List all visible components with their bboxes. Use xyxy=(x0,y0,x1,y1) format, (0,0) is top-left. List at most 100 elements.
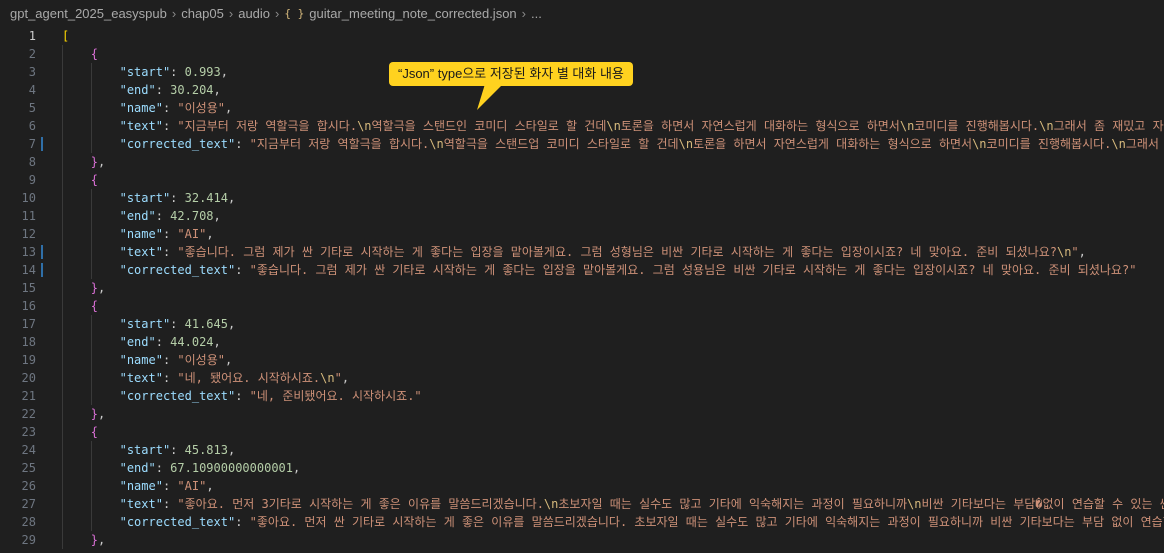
code-text: [ xyxy=(62,27,69,45)
line-number: 23 xyxy=(21,425,36,439)
indent-guide xyxy=(90,189,92,207)
chevron-right-icon: › xyxy=(521,6,527,21)
breadcrumb-folder-audio[interactable]: audio xyxy=(238,6,270,21)
modified-line-marker[interactable] xyxy=(41,137,43,151)
token-punc: , xyxy=(1078,245,1086,259)
indent-guide xyxy=(62,135,63,153)
code-line[interactable]: 29}, xyxy=(0,531,1164,549)
code-text: { xyxy=(91,297,98,315)
code-line[interactable]: 22}, xyxy=(0,405,1164,423)
token-esc: \n xyxy=(320,371,335,385)
code-line[interactable]: 5 "name": "이성용", xyxy=(0,99,1164,117)
token-key: "text" xyxy=(119,119,163,133)
code-text: "text": "지금부터 저랑 역할극을 합시다.\n역할극을 스탠드인 코미… xyxy=(120,117,1164,135)
code-line[interactable]: 15}, xyxy=(0,279,1164,297)
indent-guide xyxy=(90,207,92,225)
code-line[interactable]: 17 "start": 41.645, xyxy=(0,315,1164,333)
line-number: 5 xyxy=(28,101,36,115)
code-line[interactable]: 12 "name": "AI", xyxy=(0,225,1164,243)
modified-line-marker[interactable] xyxy=(41,263,43,277)
token-esc: \n xyxy=(429,137,444,151)
code-line[interactable]: 6 "text": "지금부터 저랑 역할극을 합시다.\n역할극을 스탠드인 코… xyxy=(0,117,1164,135)
token-esc: \n xyxy=(907,497,922,511)
indent-guide xyxy=(62,351,63,369)
code-line[interactable]: 25 "end": 67.10900000000001, xyxy=(0,459,1164,477)
code-line[interactable]: 7 "corrected_text": "지금부터 저랑 역할극을 합시다.\n역… xyxy=(0,135,1164,153)
code-text: }, xyxy=(91,279,105,297)
code-line[interactable]: 16 { xyxy=(0,297,1164,315)
token-punc: , xyxy=(227,191,236,205)
indent-guide xyxy=(62,333,63,351)
token-punc: , xyxy=(98,407,106,421)
line-number: 6 xyxy=(28,119,36,133)
token-key: "corrected_text" xyxy=(119,137,236,151)
token-punc: : xyxy=(162,227,178,241)
token-bracket2: { xyxy=(90,47,99,61)
token-punc: , xyxy=(220,65,228,79)
token-bracket1: [ xyxy=(62,29,70,43)
token-key: "name" xyxy=(119,353,163,367)
code-line[interactable]: 2{ xyxy=(0,45,1164,63)
line-number: 22 xyxy=(21,407,36,421)
code-line[interactable]: 26 "name": "AI", xyxy=(0,477,1164,495)
token-bracket2: } xyxy=(90,533,99,547)
code-line[interactable]: 21 "corrected_text": "네, 준비됐어요. 시작하시죠." xyxy=(0,387,1164,405)
code-text: "name": "이성용", xyxy=(120,351,233,369)
token-num: 41.645 xyxy=(184,317,228,331)
code-line[interactable]: 19 "name": "이성용", xyxy=(0,351,1164,369)
code-line[interactable]: 18 "end": 44.024, xyxy=(0,333,1164,351)
code-editor[interactable]: 1[2{3 "start": 0.993, 4 "end": 30.204, 5 "nam… xyxy=(0,27,1164,553)
token-bracket2: { xyxy=(90,425,99,439)
code-line[interactable]: 9{ xyxy=(0,171,1164,189)
indent-guide xyxy=(90,81,92,99)
code-line[interactable]: 28 "corrected_text": "좋아요. 먼저 싼 기타로 시작하는 … xyxy=(0,513,1164,531)
token-punc: , xyxy=(98,281,106,295)
code-text: "text": "좋습니다. 그럼 제가 싼 기타로 시작하는 게 좋다는 입장… xyxy=(120,243,1086,261)
token-str: "지금부터 저랑 역할극을 합시다. xyxy=(249,137,430,151)
indent-guide xyxy=(90,117,92,135)
breadcrumb-symbols[interactable]: ... xyxy=(531,6,542,21)
token-punc: : xyxy=(162,119,178,133)
token-str: " xyxy=(334,371,342,385)
indent-guide xyxy=(90,513,92,531)
code-text: { xyxy=(91,45,98,63)
breadcrumb-file[interactable]: guitar_meeting_note_corrected.json xyxy=(309,6,516,21)
token-str: 코미디를 진행해봅시다. xyxy=(986,137,1112,151)
token-key: "text" xyxy=(119,497,163,511)
indent-guide xyxy=(62,495,63,513)
token-punc: : xyxy=(155,83,171,97)
indent-guide xyxy=(62,63,63,81)
indent-guide xyxy=(90,225,92,243)
code-line[interactable]: 11 "end": 42.708, xyxy=(0,207,1164,225)
line-number: 1 xyxy=(28,29,36,43)
line-number: 3 xyxy=(28,65,36,79)
token-esc: \n xyxy=(543,497,559,511)
modified-line-marker[interactable] xyxy=(41,245,43,259)
code-line[interactable]: 13 "text": "좋습니다. 그럼 제가 싼 기타로 시작하는 게 좋다는 … xyxy=(0,243,1164,261)
code-line[interactable]: 23 { xyxy=(0,423,1164,441)
code-line[interactable]: 1[ xyxy=(0,27,1164,45)
line-number: 13 xyxy=(21,245,36,259)
json-file-icon: { } xyxy=(284,7,305,20)
token-num: 32.414 xyxy=(184,191,228,205)
code-text: { xyxy=(91,171,98,189)
token-punc: : xyxy=(235,263,250,277)
code-line[interactable]: 8}, xyxy=(0,153,1164,171)
breadcrumb-folder-chap05[interactable]: chap05 xyxy=(181,6,224,21)
token-key: "corrected_text" xyxy=(119,389,236,403)
token-str: " xyxy=(1071,245,1079,259)
code-line[interactable]: 24 "start": 45.813, xyxy=(0,441,1164,459)
token-punc: , xyxy=(224,101,233,115)
breadcrumb-root[interactable]: gpt_agent_2025_easyspub xyxy=(10,6,167,21)
token-punc: : xyxy=(170,443,185,457)
token-punc: : xyxy=(170,65,185,79)
indent-guide xyxy=(62,513,63,531)
code-line[interactable]: 10 "start": 32.414, xyxy=(0,189,1164,207)
token-key: "corrected_text" xyxy=(119,515,236,529)
indent-guide xyxy=(62,441,63,459)
code-line[interactable]: 14 "corrected_text": "좋습니다. 그럼 제가 싼 기타로 시… xyxy=(0,261,1164,279)
token-str: 그래서 좀 재밌고 자연스럽고 xyxy=(1053,119,1164,133)
token-str: "이성용" xyxy=(177,101,225,115)
code-line[interactable]: 27 "text": "좋아요. 먼저 3기타로 시작하는 게 좋은 이유를 말씀… xyxy=(0,495,1164,513)
code-line[interactable]: 20 "text": "네, 됐어요. 시작하시죠.\n", xyxy=(0,369,1164,387)
